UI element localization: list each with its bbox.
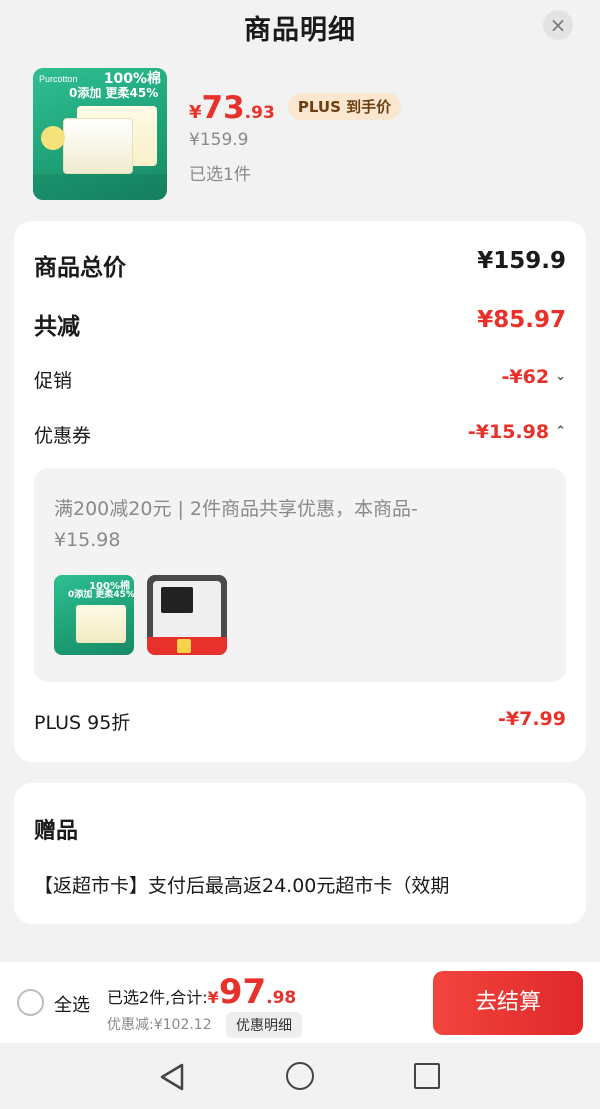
reduce-row: 共减 ¥85.97	[34, 307, 566, 340]
selected-quantity: 已选1件	[189, 165, 251, 185]
close-icon: ×	[549, 13, 567, 37]
total-value: ¥159.9	[477, 248, 566, 274]
coupon-product-thumbnail[interactable]	[147, 575, 227, 655]
original-price: ¥159.9	[189, 130, 249, 150]
total-label: 商品总价	[34, 255, 126, 281]
coupon-value: -¥15.98	[467, 421, 550, 443]
close-button[interactable]: ×	[543, 10, 573, 40]
promo-label: 促销	[34, 370, 73, 392]
currency-symbol: ¥	[189, 102, 202, 123]
chevron-up-icon: ⌃	[555, 424, 566, 439]
select-all-label[interactable]: 全选	[54, 991, 90, 1017]
total-integer: 97	[218, 972, 267, 1012]
price-integer: 73	[201, 90, 245, 126]
coupon-label: 优惠券	[34, 425, 92, 447]
plus-discount-value: -¥7.99	[498, 708, 566, 730]
currency-symbol: ¥	[207, 988, 219, 1007]
gift-card: 赠品 【返超市卡】支付后最高返24.00元超市卡（效期	[14, 783, 586, 924]
select-all-checkbox[interactable]	[17, 989, 44, 1016]
page-title: 商品明细	[244, 15, 356, 46]
coupon-row[interactable]: 优惠券 -¥15.98 ⌃	[34, 421, 566, 453]
coupon-product-thumbnail[interactable]: 100%棉 0添加 更柔45%	[54, 575, 134, 655]
plus-discount-label: PLUS 95折	[34, 712, 131, 734]
checkout-bar: 全选 已选2件,合计:¥97.98 优惠减:¥102.12 优惠明细 去结算	[0, 962, 600, 1043]
price-breakdown-card: 商品总价 ¥159.9 共减 ¥85.97 促销 -¥62 ⌄ 优惠券 -¥15.…	[14, 221, 586, 762]
total-label: 已选2件,合计:	[107, 988, 208, 1007]
thumb-slogan: 0添加 更柔45%	[69, 86, 159, 100]
product-summary: Purcotton 100%棉 0添加 更柔45% ¥73.93 PLUS 到手…	[33, 68, 573, 200]
thumb-brand: Purcotton	[39, 74, 78, 84]
coupon-detail-panel: 满200减20元 | 2件商品共享优惠，本商品-¥15.98 100%棉 0添加…	[34, 468, 566, 682]
product-price: ¥73.93 PLUS 到手价	[189, 90, 402, 126]
total-decimal: .98	[266, 988, 297, 1008]
product-package-image	[63, 118, 133, 174]
discount-detail-button[interactable]: 优惠明细	[226, 1012, 302, 1038]
discount-total: 优惠减:¥102.12	[107, 1017, 212, 1033]
price-decimal: .93	[244, 103, 275, 123]
plus-discount-row: PLUS 95折 -¥7.99	[34, 708, 566, 740]
checkout-button[interactable]: 去结算	[433, 971, 583, 1035]
header: 商品明细 ×	[0, 0, 600, 52]
reduce-label: 共减	[34, 314, 80, 340]
plus-price-tag: PLUS 到手价	[287, 93, 402, 120]
promo-row[interactable]: 促销 -¥62 ⌄	[34, 366, 566, 398]
order-total: 已选2件,合计:¥97.98	[107, 972, 296, 1012]
total-row: 商品总价 ¥159.9	[34, 248, 566, 281]
gift-title: 赠品	[34, 819, 79, 844]
reduce-value: ¥85.97	[477, 307, 566, 333]
gift-description[interactable]: 【返超市卡】支付后最高返24.00元超市卡（效期	[34, 871, 566, 898]
coupon-detail-text: 满200减20元 | 2件商品共享优惠，本商品-¥15.98	[54, 498, 418, 551]
product-thumbnail[interactable]: Purcotton 100%棉 0添加 更柔45%	[33, 68, 167, 200]
chevron-down-icon: ⌄	[555, 369, 566, 384]
system-nav-bar	[0, 1043, 600, 1109]
home-icon[interactable]	[286, 1062, 314, 1090]
back-icon[interactable]	[158, 1062, 186, 1092]
recent-apps-icon[interactable]	[414, 1063, 440, 1089]
thumb-sticker	[41, 126, 65, 150]
promo-value: -¥62	[501, 366, 550, 388]
thumb-slogan: 0添加 更柔45%	[68, 590, 134, 600]
